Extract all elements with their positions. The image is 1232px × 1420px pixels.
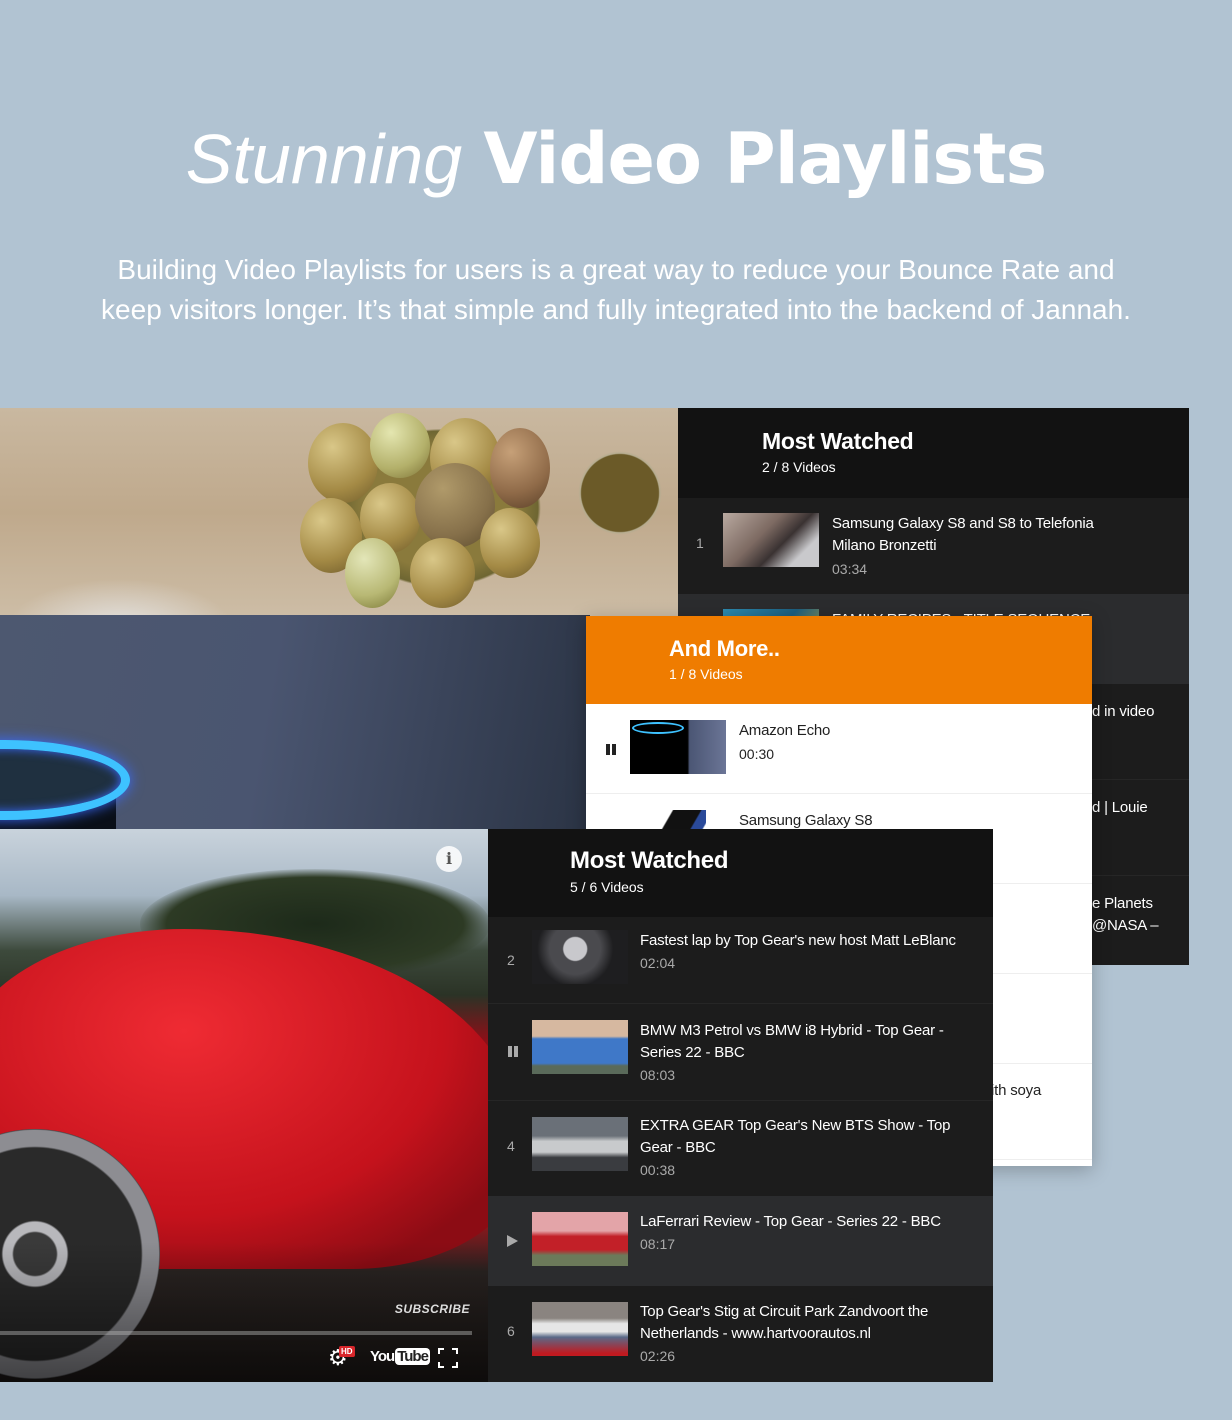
item-index: 6 (507, 1323, 515, 1339)
item-duration: 08:03 (640, 1067, 676, 1083)
item-title: BMW M3 Petrol vs BMW i8 Hybrid - Top Gea… (640, 1020, 944, 1064)
playlist-count: 1 / 8 Videos (669, 666, 743, 682)
item-title-line: EXTRA GEAR Top Gear's New BTS Show - Top (640, 1117, 951, 1134)
video-frame-detail (308, 423, 378, 503)
item-index: 1 (696, 535, 704, 551)
playlist-header: Most Watched 5 / 6 Videos (488, 829, 993, 917)
playlist-item[interactable]: 6 Top Gear's Stig at Circuit Park Zandvo… (488, 1286, 993, 1382)
item-duration: 08:17 (640, 1236, 676, 1252)
item-title-line: @NASA – (1092, 917, 1159, 934)
video-frame-detail (632, 722, 684, 734)
item-title-clipped: d in video (1092, 703, 1155, 720)
item-title: Top Gear's Stig at Circuit Park Zandvoor… (640, 1301, 928, 1345)
item-title: Fastest lap by Top Gear's new host Matt … (640, 932, 956, 949)
pause-icon[interactable] (606, 744, 616, 755)
video-frame-detail (410, 538, 475, 608)
item-title-clipped: ith soya (991, 1082, 1042, 1099)
subscribe-button[interactable]: SUBSCRIBE (380, 1302, 470, 1316)
item-index: 4 (507, 1138, 515, 1154)
item-title-line: Gear - BBC (640, 1139, 716, 1156)
item-title-line: Netherlands - www.hartvoorautos.nl (640, 1325, 871, 1342)
hero-description-line: Building Video Playlists for users is a … (117, 254, 1115, 285)
playlist-item-active[interactable]: LaFerrari Review - Top Gear - Series 22 … (488, 1196, 993, 1286)
item-title-line: Milano Bronzetti (832, 537, 937, 554)
item-title-line: Samsung Galaxy S8 and S8 to Telefonia (832, 515, 1094, 532)
video-thumbnail (532, 1212, 628, 1266)
video-frame-detail (490, 428, 550, 508)
video-frame-detail (345, 538, 400, 608)
hero-title: Stunning Video Playlists (0, 118, 1232, 200)
fullscreen-icon[interactable] (438, 1348, 458, 1368)
info-icon[interactable]: i (436, 846, 462, 872)
video-player-laferrari[interactable] (0, 829, 488, 1382)
video-player-recipes[interactable] (0, 408, 678, 618)
playlist-title: Most Watched (762, 428, 914, 454)
playlist-header: And More.. 1 / 8 Videos (586, 616, 1092, 704)
video-thumbnail (630, 720, 726, 774)
item-title: EXTRA GEAR Top Gear's New BTS Show - Top… (640, 1115, 950, 1159)
item-duration: 00:30 (739, 746, 775, 762)
video-player-echo[interactable] (0, 615, 590, 830)
pause-icon[interactable] (508, 1046, 518, 1057)
item-title-line: BMW M3 Petrol vs BMW i8 Hybrid - Top Gea… (640, 1022, 944, 1039)
video-frame-detail (480, 508, 540, 578)
video-thumbnail (723, 513, 819, 567)
youtube-logo-you: You (370, 1348, 395, 1365)
video-thumbnail (532, 1117, 628, 1171)
video-thumbnail (532, 1020, 628, 1074)
item-duration: 00:38 (640, 1162, 676, 1178)
item-title-clipped: d | Louie (1092, 799, 1148, 816)
item-title: Samsung Galaxy S8 and S8 to Telefonia Mi… (832, 513, 1094, 557)
hero-description-line: keep visitors longer. It’s that simple a… (101, 294, 1131, 325)
youtube-logo-tube: Tube (395, 1348, 430, 1365)
item-duration: 03:34 (832, 561, 868, 577)
playlist-item[interactable]: 4 EXTRA GEAR Top Gear's New BTS Show - T… (488, 1101, 993, 1196)
progress-bar[interactable] (0, 1331, 472, 1335)
item-title-line: Top Gear's Stig at Circuit Park Zandvoor… (640, 1303, 929, 1320)
item-index: 2 (507, 952, 515, 968)
playlist-item[interactable]: 2 Fastest lap by Top Gear's new host Mat… (488, 917, 993, 1004)
item-title-clipped: e Planets @NASA – (1092, 893, 1159, 937)
playlist-title: Most Watched (570, 847, 729, 874)
playlist-title: And More.. (669, 636, 780, 661)
item-title: Amazon Echo (739, 722, 831, 739)
hd-badge: HD (339, 1346, 355, 1357)
playlist-header: Most Watched 2 / 8 Videos (678, 408, 1189, 498)
youtube-logo[interactable]: You Tube (370, 1348, 430, 1365)
now-playing-icon (507, 1235, 518, 1247)
item-title-line: e Planets (1092, 895, 1153, 912)
playlist-item[interactable]: BMW M3 Petrol vs BMW i8 Hybrid - Top Gea… (488, 1004, 993, 1101)
playlist-item-active[interactable]: Amazon Echo 00:30 (586, 704, 1092, 794)
video-thumbnail (532, 1302, 628, 1356)
hero-title-light: Stunning (185, 120, 463, 198)
hero-title-bold: Video Playlists (483, 118, 1047, 200)
video-frame-detail (370, 413, 430, 478)
hero-description: Building Video Playlists for users is a … (0, 250, 1232, 330)
item-title: LaFerrari Review - Top Gear - Series 22 … (640, 1213, 941, 1230)
playlist-panel-front: Most Watched 5 / 6 Videos 2 Fastest lap … (488, 829, 993, 1382)
playlist-count: 2 / 8 Videos (762, 459, 836, 475)
playlist-item[interactable]: 1 Samsung Galaxy S8 and S8 to Telefonia … (678, 498, 1189, 594)
video-thumbnail (532, 930, 628, 984)
item-title-line: Series 22 - BBC (640, 1044, 745, 1061)
item-duration: 02:04 (640, 955, 676, 971)
playlist-count: 5 / 6 Videos (570, 879, 644, 895)
item-duration: 02:26 (640, 1348, 676, 1364)
